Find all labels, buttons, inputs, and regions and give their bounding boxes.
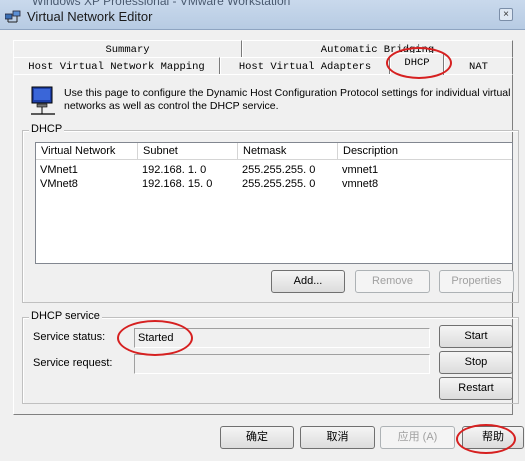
ok-button[interactable]: 确定 — [220, 426, 294, 449]
properties-button[interactable]: Properties — [439, 270, 514, 293]
column-header-description[interactable]: Description — [338, 143, 512, 160]
stop-button[interactable]: Stop — [439, 351, 513, 374]
cell-virtual-network: VMnet1 — [40, 164, 78, 176]
tab-host-virtual-adapters[interactable]: Host Virtual Adapters — [220, 57, 390, 75]
tab-automatic-bridging[interactable]: Automatic Bridging — [242, 40, 513, 58]
service-status-label: Service status: — [33, 331, 106, 343]
add-button[interactable]: Add... — [271, 270, 345, 293]
dhcp-network-list[interactable]: Virtual Network Subnet Netmask Descripti… — [35, 142, 513, 264]
start-button[interactable]: Start — [439, 325, 513, 348]
tab-host-virtual-network-mapping[interactable]: Host Virtual Network Mapping — [13, 57, 220, 75]
service-request-field — [134, 354, 430, 374]
cell-virtual-network: VMnet8 — [40, 178, 78, 190]
cell-description: vmnet8 — [342, 178, 379, 190]
service-status-value: Started — [138, 332, 174, 344]
tab-nat[interactable]: NAT — [444, 57, 513, 75]
cell-netmask: 255.255.255. 0 — [242, 178, 316, 190]
help-button[interactable]: 帮助 — [462, 426, 524, 449]
cell-subnet: 192.168. 1. 0 — [142, 164, 207, 176]
restart-button[interactable]: Restart — [439, 377, 513, 400]
intro-text: Use this page to configure the Dynamic H… — [64, 87, 511, 112]
title-bar: Windows XP Professional - VMware Worksta… — [0, 0, 525, 30]
close-button[interactable]: × — [499, 8, 513, 21]
background-window-title: Windows XP Professional - VMware Worksta… — [32, 0, 291, 8]
cell-subnet: 192.168. 15. 0 — [142, 178, 213, 190]
list-header: Virtual Network Subnet Netmask Descripti… — [36, 143, 512, 160]
cell-netmask: 255.255.255. 0 — [242, 164, 316, 176]
tab-summary[interactable]: Summary — [13, 40, 242, 58]
service-request-label: Service request: — [33, 357, 113, 369]
column-header-virtual-network[interactable]: Virtual Network — [36, 143, 138, 160]
remove-button[interactable]: Remove — [355, 270, 430, 293]
dhcp-service-group-label: DHCP service — [29, 310, 102, 322]
dhcp-group-label: DHCP — [29, 123, 65, 135]
column-header-netmask[interactable]: Netmask — [238, 143, 338, 160]
cell-description: vmnet1 — [342, 164, 379, 176]
computer-network-icon — [30, 86, 56, 119]
column-header-subnet[interactable]: Subnet — [138, 143, 238, 160]
close-icon: × — [503, 9, 509, 20]
apply-button[interactable]: 应用 (A) — [380, 426, 455, 449]
service-status-field: Started — [134, 328, 430, 348]
network-editor-icon — [4, 9, 21, 23]
cancel-button[interactable]: 取消 — [300, 426, 375, 449]
window-title: Virtual Network Editor — [27, 9, 153, 24]
tab-dhcp[interactable]: DHCP — [390, 53, 444, 75]
